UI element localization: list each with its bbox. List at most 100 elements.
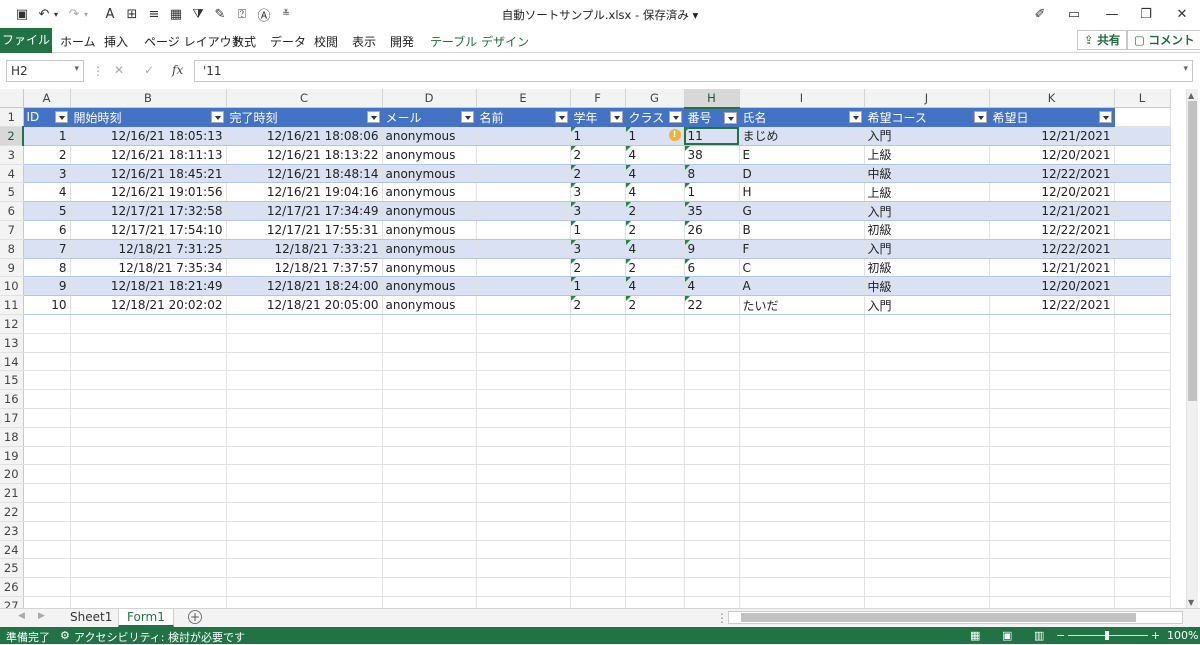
empty-cell[interactable]: [739, 333, 865, 353]
empty-cell[interactable]: [739, 352, 865, 372]
empty-cell[interactable]: [864, 540, 990, 560]
empty-cell[interactable]: [989, 389, 1115, 410]
empty-cell[interactable]: [476, 352, 571, 372]
empty-cell[interactable]: [684, 389, 740, 410]
row-header[interactable]: 3: [0, 145, 24, 165]
empty-cell[interactable]: [23, 502, 71, 522]
filter-dropdown-icon[interactable]: [723, 111, 737, 124]
table-header-cell[interactable]: 希望日: [989, 107, 1115, 128]
empty-cell[interactable]: [989, 483, 1115, 504]
empty-cell[interactable]: [739, 408, 865, 428]
filter-dropdown-icon[interactable]: [54, 111, 68, 124]
column-header[interactable]: F: [570, 89, 626, 109]
empty-cell[interactable]: [70, 464, 227, 485]
empty-cell[interactable]: [864, 333, 990, 353]
chevron-down-icon[interactable]: ▾: [74, 64, 79, 74]
data-cell[interactable]: anonymous: [382, 276, 477, 297]
empty-cell[interactable]: [570, 333, 626, 353]
data-cell[interactable]: 9: [23, 276, 71, 297]
column-header[interactable]: J: [864, 89, 990, 109]
data-cell[interactable]: 12/22/2021: [989, 295, 1115, 316]
column-header[interactable]: A: [23, 89, 71, 109]
data-cell[interactable]: 8: [684, 164, 740, 184]
data-cell[interactable]: 12/18/21 7:37:57: [226, 258, 383, 278]
data-cell[interactable]: 4: [23, 182, 71, 203]
empty-cell[interactable]: [625, 389, 685, 410]
empty-cell[interactable]: [625, 577, 685, 598]
empty-cell[interactable]: [23, 314, 71, 334]
empty-cell[interactable]: [226, 521, 383, 541]
empty-cell[interactable]: [684, 483, 740, 504]
data-cell[interactable]: anonymous: [382, 258, 477, 278]
row-header[interactable]: 11: [0, 295, 24, 316]
empty-cell[interactable]: [684, 314, 740, 334]
data-cell[interactable]: E: [739, 145, 865, 165]
empty-cell[interactable]: [70, 558, 227, 579]
empty-cell[interactable]: [864, 483, 990, 504]
empty-cell[interactable]: [625, 540, 685, 560]
ribbon-display-icon[interactable]: ▭: [1066, 6, 1082, 22]
row-header[interactable]: 7: [0, 220, 24, 240]
data-cell[interactable]: 12/18/21 20:05:00: [226, 295, 383, 316]
filter-dropdown-icon[interactable]: [460, 111, 474, 124]
empty-cell[interactable]: [226, 370, 383, 391]
empty-cell[interactable]: [476, 314, 571, 334]
row-header[interactable]: 26: [0, 577, 24, 598]
empty-cell[interactable]: [739, 427, 865, 447]
data-cell[interactable]: 12/18/21 18:24:00: [226, 276, 383, 297]
data-cell[interactable]: 入門: [864, 201, 990, 222]
column-header[interactable]: K: [989, 89, 1115, 109]
data-cell[interactable]: 初級: [864, 258, 990, 278]
scroll-right-icon[interactable]: ▶: [38, 611, 45, 621]
empty-cell[interactable]: [476, 577, 571, 598]
empty-cell[interactable]: [864, 314, 990, 334]
tab-home[interactable]: ホーム: [60, 33, 96, 50]
empty-cell[interactable]: [23, 352, 71, 372]
empty-cell[interactable]: [989, 521, 1115, 541]
pen-icon[interactable]: ✐: [1032, 6, 1048, 22]
data-cell[interactable]: [476, 239, 571, 259]
empty-cell[interactable]: [864, 558, 990, 579]
empty-cell[interactable]: [1114, 408, 1171, 428]
empty-cell[interactable]: [989, 314, 1115, 334]
data-cell[interactable]: 12/16/21 18:08:06: [226, 126, 383, 146]
data-cell[interactable]: 12/18/21 18:21:49: [70, 276, 227, 297]
empty-cell[interactable]: [476, 483, 571, 504]
empty-cell[interactable]: [570, 464, 626, 485]
empty-cell[interactable]: [625, 370, 685, 391]
empty-cell[interactable]: [1114, 276, 1171, 297]
empty-cell[interactable]: [570, 446, 626, 466]
empty-cell[interactable]: [226, 464, 383, 485]
data-cell[interactable]: 1: [570, 220, 626, 240]
empty-cell[interactable]: [570, 577, 626, 598]
data-cell[interactable]: 22: [684, 295, 740, 316]
empty-cell[interactable]: [625, 352, 685, 372]
row-header[interactable]: 2: [0, 126, 24, 146]
empty-cell[interactable]: [382, 314, 477, 334]
data-cell[interactable]: 12/17/21 17:54:10: [70, 220, 227, 240]
data-cell[interactable]: まじめ: [739, 126, 865, 146]
empty-cell[interactable]: [23, 577, 71, 598]
error-warning-icon[interactable]: !: [668, 129, 681, 142]
empty-cell[interactable]: [382, 483, 477, 504]
empty-cell[interactable]: [684, 558, 740, 579]
empty-cell[interactable]: [476, 389, 571, 410]
data-cell[interactable]: 2: [625, 201, 685, 222]
data-cell[interactable]: 1: [570, 126, 626, 146]
data-cell[interactable]: anonymous: [382, 201, 477, 222]
empty-cell[interactable]: [476, 502, 571, 522]
data-cell[interactable]: たいだ: [739, 295, 865, 316]
empty-cell[interactable]: [570, 389, 626, 410]
empty-cell[interactable]: [989, 540, 1115, 560]
data-cell[interactable]: H: [739, 182, 865, 203]
data-cell[interactable]: anonymous: [382, 126, 477, 146]
table-header-cell[interactable]: 完了時刻: [226, 107, 383, 128]
empty-cell[interactable]: [226, 352, 383, 372]
empty-cell[interactable]: [739, 314, 865, 334]
empty-cell[interactable]: [1114, 370, 1171, 391]
data-cell[interactable]: 3: [570, 201, 626, 222]
empty-cell[interactable]: [70, 352, 227, 372]
filter-dropdown-icon[interactable]: [1098, 111, 1112, 124]
zoom-slider-thumb[interactable]: [1105, 631, 1109, 640]
data-cell[interactable]: 3: [23, 164, 71, 184]
